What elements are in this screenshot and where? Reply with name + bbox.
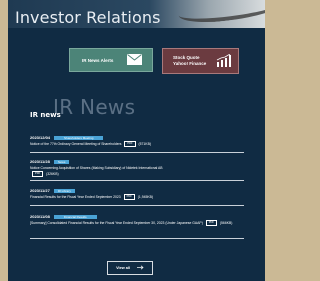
hero-banner: Investor Relations	[8, 0, 265, 28]
file-size: (326KB)	[46, 172, 59, 176]
news-heading: IR news	[30, 111, 61, 119]
hero-decoration	[176, 0, 265, 26]
news-headline[interactable]: Notice Concerning Acquisition of Shares …	[30, 165, 244, 177]
ir-news-alerts-label: IR News Alerts	[82, 57, 114, 63]
stock-quote-button[interactable]: Stock Quote Yahoo! Finance	[162, 48, 239, 74]
news-heading-large: IR News	[53, 95, 136, 119]
stock-quote-label: Stock Quote Yahoo! Finance	[173, 55, 206, 67]
news-meta: 2023/11/27 IR Library	[30, 187, 244, 194]
news-headline[interactable]: [Summary] Consolidated Financial Results…	[30, 220, 244, 226]
quick-links: IR News Alerts Stock Quote Yahoo! Financ…	[8, 48, 265, 74]
news-headline[interactable]: Financial Results for the Fiscal Year En…	[30, 194, 244, 200]
list-item[interactable]: 2023/11/08 Financial Results [Summary] C…	[30, 206, 244, 239]
news-title: Financial Results for the Fiscal Year En…	[30, 195, 121, 199]
stock-chart-icon	[216, 53, 232, 69]
news-headline[interactable]: Notice of the 77th Ordinary General Meet…	[30, 141, 244, 147]
pdf-badge: PDF	[32, 171, 44, 177]
page-title: Investor Relations	[15, 8, 161, 27]
news-date: 2023/11/28	[30, 159, 50, 164]
ir-news-alerts-button[interactable]: IR News Alerts	[69, 48, 153, 72]
pdf-badge: PDF	[123, 194, 135, 200]
news-category-badge: News	[53, 159, 70, 164]
pdf-badge: PDF	[124, 141, 136, 147]
page-frame: Investor Relations IR News Alerts Stock …	[8, 0, 265, 281]
list-item[interactable]: 2023/12/04 Shareholders Meeting Notice o…	[30, 131, 244, 153]
pdf-badge: PDF	[205, 220, 217, 226]
news-date: 2023/11/08	[30, 214, 50, 219]
news-date: 2023/12/04	[30, 135, 51, 140]
news-title: Notice of the 77th Ordinary General Meet…	[30, 142, 122, 146]
list-item[interactable]: 2023/11/28 News Notice Concerning Acquis…	[30, 153, 244, 181]
list-item[interactable]: 2023/11/27 IR Library Financial Results …	[30, 181, 244, 206]
arrow-right-icon	[136, 265, 144, 271]
news-meta: 2023/11/08 Financial Results	[30, 213, 244, 220]
news-title: Notice Concerning Acquisition of Shares …	[30, 166, 163, 170]
news-title: [Summary] Consolidated Financial Results…	[30, 221, 203, 225]
news-meta: 2023/12/04 Shareholders Meeting	[30, 134, 244, 141]
news-date: 2023/11/27	[30, 188, 50, 193]
view-all-label: View all	[116, 266, 130, 270]
news-section-heading: IR News IR news	[30, 96, 230, 126]
news-category-badge: Financial Results	[53, 214, 97, 219]
stock-quote-line2: Yahoo! Finance	[173, 61, 207, 66]
file-size: (566KB)	[219, 221, 233, 225]
news-meta: 2023/11/28 News	[30, 158, 244, 165]
view-all-button[interactable]: View all	[107, 261, 153, 275]
news-category-badge: IR Library	[53, 188, 75, 193]
news-list: 2023/12/04 Shareholders Meeting Notice o…	[30, 131, 244, 239]
news-category-badge: Shareholders Meeting	[54, 135, 104, 140]
file-size: (571KB)	[138, 142, 151, 146]
mail-icon	[127, 54, 143, 66]
file-size: (1,945KB)	[137, 195, 154, 199]
